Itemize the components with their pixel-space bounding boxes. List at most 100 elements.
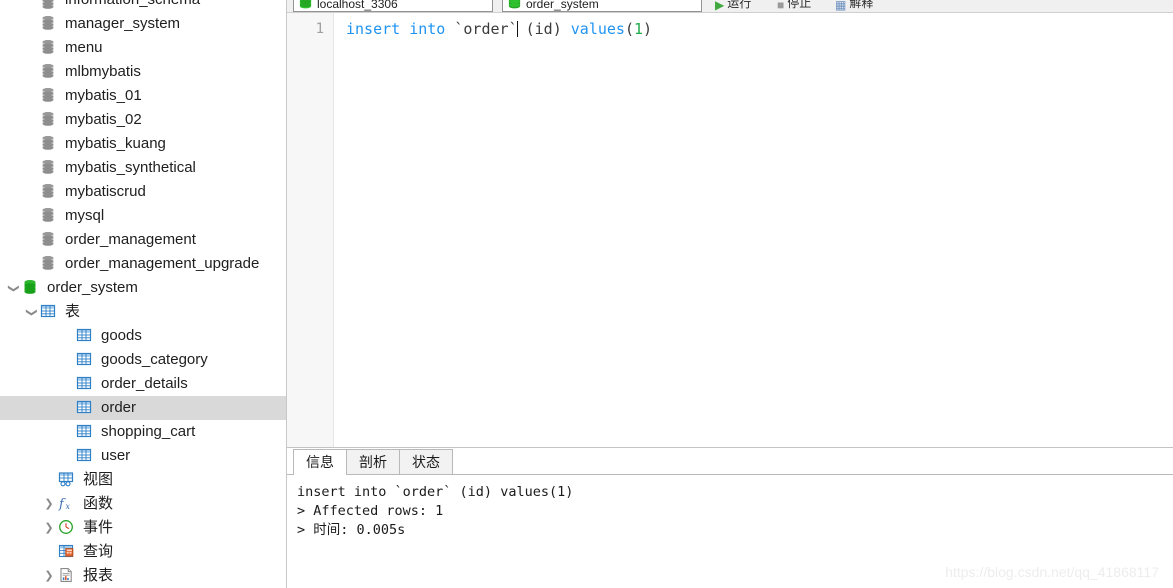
tree-item-mysql[interactable]: ❯ mysql [0,204,286,228]
tree-item-label: manager_system [65,15,181,32]
query-icon [58,543,78,561]
chevron-down-icon[interactable]: ❯ [8,279,20,297]
database-icon [40,183,60,201]
log-line-query: insert into `order` (id) values(1) [297,484,574,500]
chevron-placeholder: ❯ [40,547,58,558]
database-select-value: order_system [526,0,599,11]
tree-item-shopping_cart[interactable]: ❯ shopping_cart [0,420,286,444]
tree-item-mybatiscrud[interactable]: ❯ mybatiscrud [0,180,286,204]
tree-item-information_schema[interactable]: ❯ information_schema [0,0,286,12]
play-icon: ▶ [715,0,725,12]
tree-item-order_system[interactable]: ❯ order_system [0,276,286,300]
view-icon [58,471,78,489]
database-icon [40,63,60,81]
table-icon [76,423,96,441]
svg-text:x: x [66,502,71,511]
sql-code-area[interactable]: insert into `order` (id) values(1) [334,13,1173,447]
database-select[interactable]: order_system [502,0,702,12]
tree-item-label: mybatis_kuang [65,135,166,152]
results-tabstrip[interactable]: 信息 剖析 状态 [287,448,1173,475]
log-line-affected: > Affected rows: 1 [297,503,444,519]
tree-item-user[interactable]: ❯ user [0,444,286,468]
query-toolbar[interactable]: localhost_3306 order_system ▶ 运行 ■ 停止 ▦ … [287,0,1173,13]
tree-item-label: mlbmybatis [65,63,141,80]
database-icon [40,111,60,129]
tree-item-label: order_management [65,231,196,248]
results-tab-剖析[interactable]: 剖析 [346,449,400,474]
run-button[interactable]: ▶ 运行 [715,0,751,11]
chevron-placeholder: ❯ [58,403,76,414]
explain-button-label: 解释 [849,0,874,10]
event-icon [58,519,78,537]
stop-button-label: 停止 [787,0,812,10]
results-tab-状态[interactable]: 状态 [399,449,453,474]
tree-item-order_details[interactable]: ❯ order_details [0,372,286,396]
tree-item-order[interactable]: ❯ order [0,396,286,420]
tree-item-视图[interactable]: ❯ 视图 [0,468,286,492]
tree-item-goods_category[interactable]: ❯ goods_category [0,348,286,372]
chevron-right-icon[interactable]: ❯ [40,522,58,534]
line-number-gutter: 1 [287,13,334,447]
tree-item-mybatis_02[interactable]: ❯ mybatis_02 [0,108,286,132]
database-icon [40,39,60,57]
tree-item-报表[interactable]: ❯ 报表 [0,564,286,588]
chevron-placeholder: ❯ [22,139,40,150]
table-icon [76,399,96,417]
chevron-placeholder: ❯ [22,43,40,54]
token-open-paren: ( [624,20,634,38]
chevron-placeholder: ❯ [22,211,40,222]
table-group-icon [40,303,60,321]
results-tab-信息[interactable]: 信息 [293,449,347,475]
tree-item-label: 表 [65,303,81,320]
database-icon [40,135,60,153]
connection-select-value: localhost_3306 [317,0,398,11]
database-tree-sidebar[interactable]: ❯information_schema❯manager_system❯menu❯… [0,0,287,588]
log-line-time: > 时间: 0.005s [297,522,406,538]
tree-item-mlbmybatis[interactable]: ❯ mlbmybatis [0,60,286,84]
results-message-log: insert into `order` (id) values(1) > Aff… [287,475,1173,588]
tree-item-查询[interactable]: ❯ 查询 [0,540,286,564]
chevron-placeholder: ❯ [22,1,40,12]
chevron-placeholder: ❯ [58,379,76,390]
line-number-1: 1 [315,21,324,37]
tree-item-label: information_schema [65,0,200,12]
connection-select[interactable]: localhost_3306 [293,0,493,12]
table-icon [76,447,96,465]
tree-item-goods[interactable]: ❯ goods [0,324,286,348]
tree-item-label: menu [65,39,103,56]
stop-button[interactable]: ■ 停止 [777,0,811,11]
chevron-right-icon[interactable]: ❯ [40,498,58,510]
chevron-down-icon[interactable]: ❯ [26,303,38,321]
report-icon [58,567,78,585]
chevron-placeholder: ❯ [58,355,76,366]
tree-item-order_management_upgrade[interactable]: ❯ order_management_upgrade [0,252,286,276]
chevron-right-icon[interactable]: ❯ [40,570,58,582]
tree-item-label: order_details [101,375,188,392]
token-table-identifier: `order` [454,20,518,38]
table-icon [76,327,96,345]
tree-item-label: order_management_upgrade [65,255,260,272]
explain-button[interactable]: ▦ 解释 [835,0,873,11]
tree-item-label: 函数 [83,495,114,512]
tree-item-事件[interactable]: ❯ 事件 [0,516,286,540]
tree-item-mybatis_01[interactable]: ❯ mybatis_01 [0,84,286,108]
tree-item-表[interactable]: ❯ 表 [0,300,286,324]
tree-item-mybatis_synthetical[interactable]: ❯ mybatis_synthetical [0,156,286,180]
stop-icon: ■ [777,0,785,12]
tree-item-label: mybatiscrud [65,183,146,200]
tree-item-函数[interactable]: ❯ f x 函数 [0,492,286,516]
tree-item-manager_system[interactable]: ❯ manager_system [0,12,286,36]
token-columns: (id) [525,20,562,38]
chevron-placeholder: ❯ [22,19,40,30]
database-open-icon [22,279,42,297]
tree-item-mybatis_kuang[interactable]: ❯ mybatis_kuang [0,132,286,156]
tree-item-menu[interactable]: ❯ menu [0,36,286,60]
token-close-paren: ) [643,20,653,38]
tree-item-label: 事件 [83,519,114,536]
chevron-placeholder: ❯ [22,235,40,246]
chevron-placeholder: ❯ [22,187,40,198]
tree-item-order_management[interactable]: ❯ order_management [0,228,286,252]
tree-item-label: goods_category [101,351,208,368]
sql-editor[interactable]: 1 insert into `order` (id) values(1) [287,13,1173,447]
table-icon [76,375,96,393]
